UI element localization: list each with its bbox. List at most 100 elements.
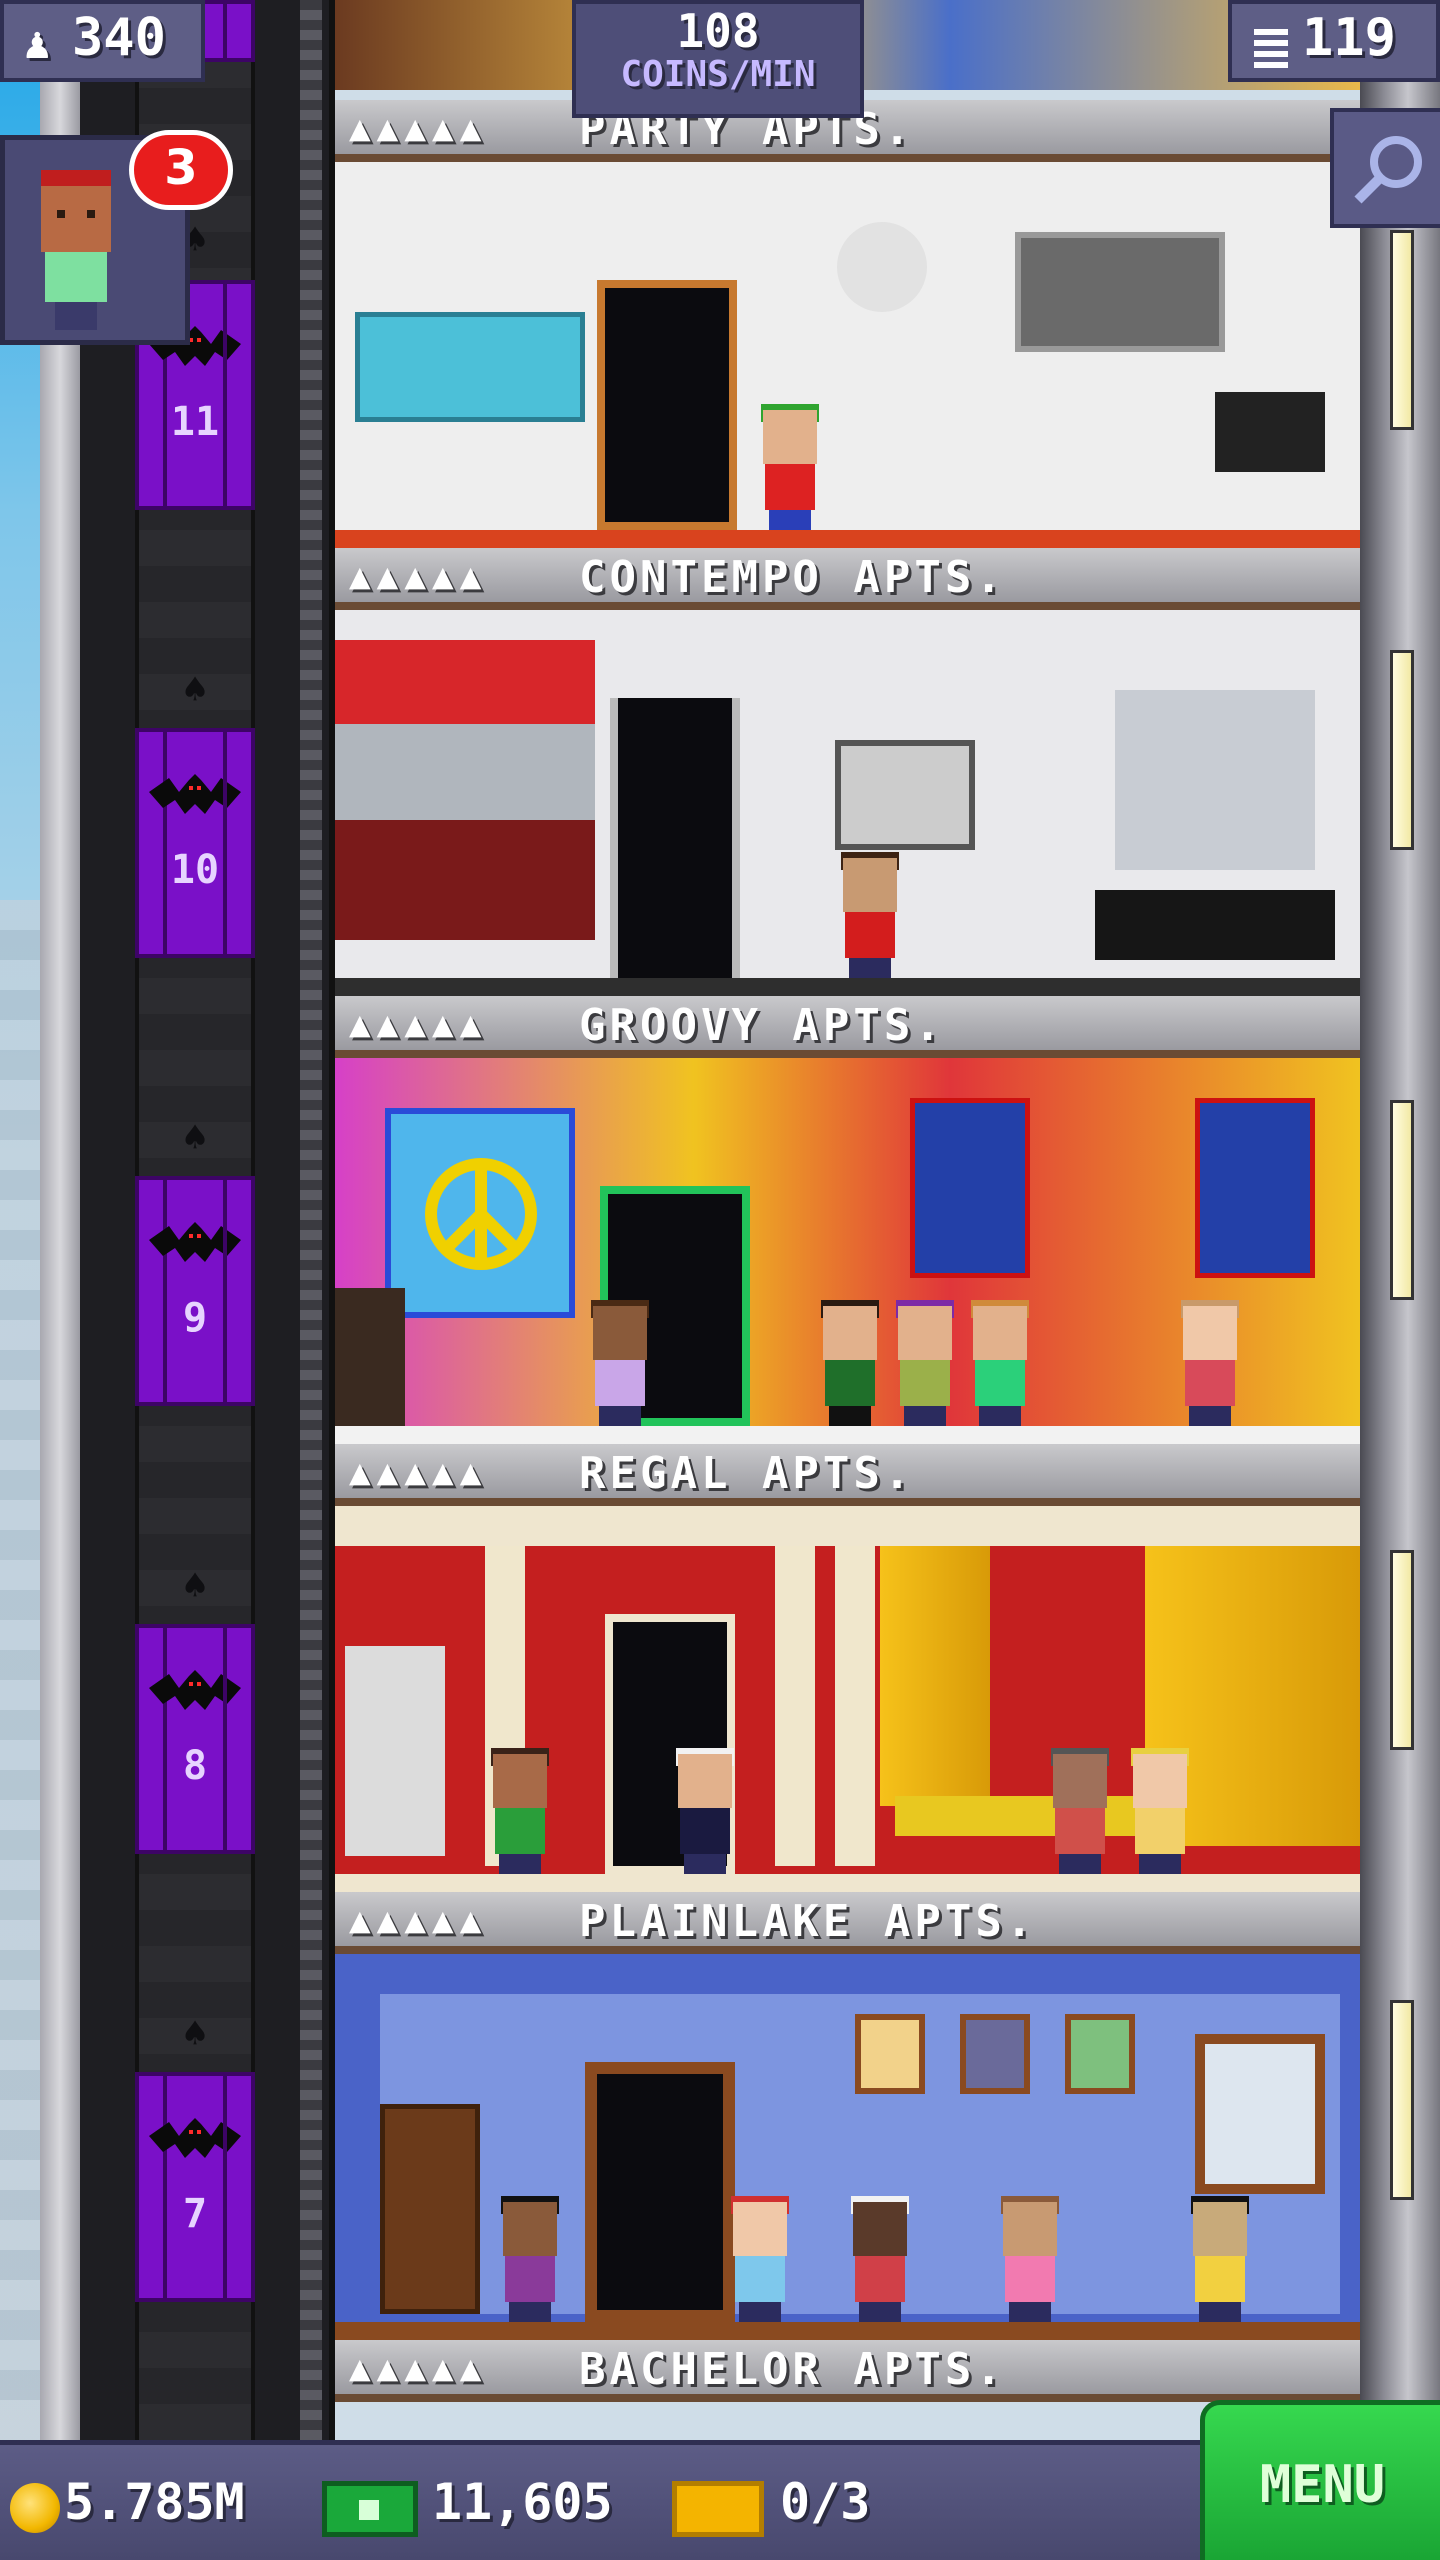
tv-screen	[1015, 232, 1225, 352]
peace-poster	[385, 1108, 575, 1318]
floor-stars: ▲▲▲▲▲	[349, 108, 488, 149]
bitizen[interactable]	[670, 1748, 740, 1874]
knight-statue	[345, 1646, 445, 1856]
elevator-car-9[interactable]: 9	[135, 1176, 255, 1406]
elevator-car-8[interactable]: 8	[135, 1624, 255, 1854]
population-value: 340	[72, 8, 166, 68]
floor-name: REGAL APTS.	[579, 1448, 915, 1499]
bitizen[interactable]	[725, 2196, 795, 2322]
picture-frame	[1065, 2014, 1135, 2094]
bux-icon	[322, 2481, 418, 2537]
sofa	[355, 312, 585, 422]
floor-stars: ▲▲▲▲▲	[349, 1004, 488, 1045]
room-floor	[335, 978, 1360, 996]
bat-icon	[149, 2118, 241, 2158]
floor-stars: ▲▲▲▲▲	[349, 1452, 488, 1493]
floor-regal[interactable]: ▲▲▲▲▲ REGAL APTS.	[335, 1444, 1360, 1892]
disco-ball	[837, 222, 927, 312]
floor-label: ▲▲▲▲▲ CONTEMPO APTS.	[335, 548, 1360, 610]
elevator-floor-number: 11	[170, 399, 220, 445]
column	[835, 1546, 875, 1866]
bitizen[interactable]	[815, 1300, 885, 1426]
room-contempo[interactable]	[335, 610, 1360, 996]
ticket-icon	[672, 2481, 764, 2537]
spire-ornament: ♠	[183, 667, 208, 713]
bed	[1095, 890, 1335, 960]
column	[775, 1546, 815, 1866]
floor-count-value: 119	[1302, 8, 1396, 68]
elevator-floor-number: 10	[170, 847, 220, 893]
room-party[interactable]	[335, 162, 1360, 548]
bitizen[interactable]	[1125, 1748, 1195, 1874]
union-jack-poster	[1195, 1098, 1315, 1278]
bitizen[interactable]	[965, 1300, 1035, 1426]
population-counter[interactable]: ♟ 340	[0, 0, 205, 82]
room-groovy[interactable]	[335, 1058, 1360, 1444]
speaker	[335, 1288, 405, 1428]
gold-curtain	[880, 1546, 990, 1806]
elevator-floor-number: 8	[182, 1743, 208, 1789]
union-jack-poster	[910, 1098, 1030, 1278]
floor-groovy[interactable]: ▲▲▲▲▲ GROOVY APTS.	[335, 996, 1360, 1444]
floor-plainlake[interactable]: ▲▲▲▲▲ PLAINLAKE APTS.	[335, 1892, 1360, 2340]
menu-button[interactable]: MENU	[1200, 2400, 1440, 2560]
picture-frame	[960, 2014, 1030, 2094]
bitizen[interactable]	[835, 852, 905, 978]
city-skyline	[0, 900, 40, 2400]
building-icon	[1254, 24, 1288, 68]
floor-name: PLAINLAKE APTS.	[579, 1896, 1037, 1947]
search-icon	[1354, 136, 1422, 204]
floor-label: ▲▲▲▲▲ REGAL APTS.	[335, 1444, 1360, 1506]
coin-icon	[10, 2483, 60, 2533]
tower-window	[1390, 1100, 1414, 1300]
floor-contempo[interactable]: ▲▲▲▲▲ CONTEMPO APTS.	[335, 548, 1360, 996]
floor-stars: ▲▲▲▲▲	[349, 556, 488, 597]
bitizen[interactable]	[585, 1300, 655, 1426]
elevator-car-10[interactable]: 10	[135, 728, 255, 958]
coin-balance: 5.785M	[64, 2473, 245, 2531]
bitizen[interactable]	[890, 1300, 960, 1426]
floor-name: GROOVY APTS.	[579, 1000, 945, 1051]
coin-rate-display: 108 COINS/MIN	[572, 0, 864, 118]
tower-window	[1390, 230, 1414, 430]
bitizen[interactable]	[1045, 1748, 1115, 1874]
population-icon: ♟	[24, 18, 51, 69]
room-regal[interactable]	[335, 1506, 1360, 1892]
room-door	[610, 698, 740, 978]
room-plainlake[interactable]	[335, 1954, 1360, 2340]
floor-party[interactable]: ▲▲▲▲▲ PARTY APTS.	[335, 100, 1360, 548]
bitizen[interactable]	[845, 2196, 915, 2322]
stereo	[1215, 392, 1325, 472]
ticket-count: 0/3	[780, 2473, 871, 2531]
elevator-car-7[interactable]: 7	[135, 2072, 255, 2302]
bat-icon	[149, 774, 241, 814]
bitizen[interactable]	[495, 2196, 565, 2322]
elevator-floor-number: 7	[182, 2191, 208, 2237]
coin-rate-value: 108	[676, 4, 760, 58]
wall-art	[835, 740, 975, 850]
tower-left-wall	[40, 0, 80, 2440]
ceiling-molding	[335, 1506, 1360, 1546]
notification-badge: 3	[129, 130, 233, 210]
spire-ornament: ♠	[183, 2011, 208, 2057]
bitizen[interactable]	[1175, 1300, 1245, 1426]
tower-window	[1390, 1550, 1414, 1750]
floor-name: CONTEMPO APTS.	[579, 552, 1006, 603]
shelf	[1115, 690, 1315, 870]
floor-counter[interactable]: 119	[1228, 0, 1440, 82]
picture-frame	[855, 2014, 925, 2094]
bitizen[interactable]	[485, 1748, 555, 1874]
coin-rate-unit: COINS/MIN	[620, 54, 816, 95]
bux-balance: 11,605	[432, 2473, 613, 2531]
bitizen[interactable]	[1185, 2196, 1255, 2322]
search-button[interactable]	[1330, 108, 1440, 228]
elevator-floor-number: 9	[182, 1295, 208, 1341]
spire-ornament: ♠	[183, 1563, 208, 1609]
tower-window	[1390, 650, 1414, 850]
floor-stars: ▲▲▲▲▲	[349, 2348, 488, 2389]
bitizen[interactable]	[755, 404, 825, 530]
visitor-button[interactable]: 3	[0, 130, 233, 345]
bat-icon	[149, 1222, 241, 1262]
visitor-avatar	[41, 170, 111, 330]
bitizen[interactable]	[995, 2196, 1065, 2322]
